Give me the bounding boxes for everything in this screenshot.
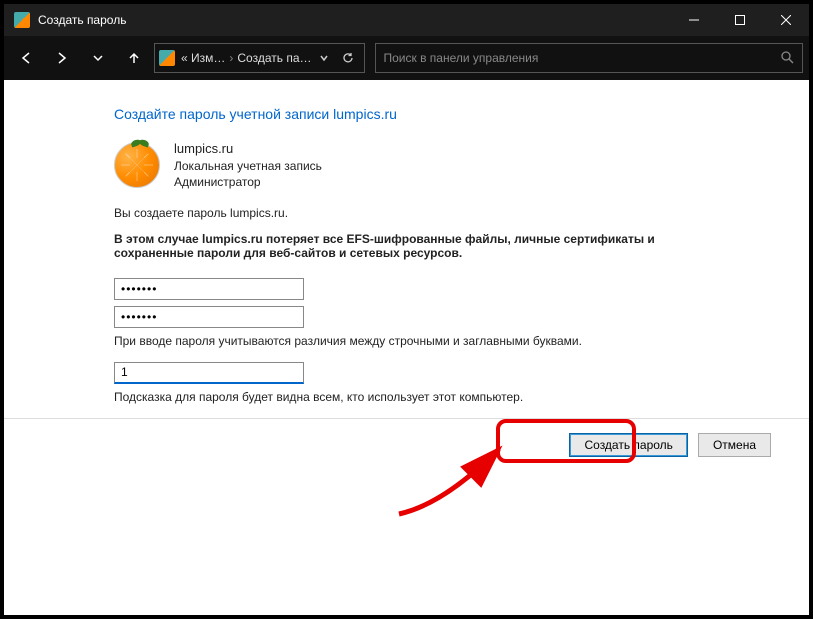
titlebar: Создать пароль: [4, 4, 809, 36]
case-sensitivity-note: При вводе пароля учитываются различия ме…: [114, 334, 791, 348]
user-avatar: [114, 142, 160, 188]
user-role: Администратор: [174, 174, 322, 190]
window-title: Создать пароль: [38, 13, 671, 27]
navbar: « Изм… › Создать па… Поиск в панели упра…: [4, 36, 809, 80]
breadcrumb-seg-1[interactable]: « Изм…: [181, 51, 225, 65]
app-icon: [14, 12, 30, 28]
search-box[interactable]: Поиск в панели управления: [375, 43, 804, 73]
chevron-right-icon: ›: [229, 51, 233, 65]
password-hint-input[interactable]: [114, 362, 304, 384]
page-heading: Создайте пароль учетной записи lumpics.r…: [114, 106, 791, 122]
password-confirm-input[interactable]: [114, 306, 304, 328]
password-input[interactable]: [114, 278, 304, 300]
content-area: Создайте пароль учетной записи lumpics.r…: [4, 80, 809, 475]
address-bar[interactable]: « Изм… › Создать па…: [154, 43, 365, 73]
nav-recent-dropdown[interactable]: [82, 42, 114, 74]
nav-back-button[interactable]: [10, 42, 42, 74]
refresh-button[interactable]: [336, 52, 360, 64]
creating-note: Вы создаете пароль lumpics.ru.: [114, 206, 791, 220]
maximize-button[interactable]: [717, 4, 763, 36]
address-dropdown[interactable]: [312, 53, 336, 63]
efs-warning: В этом случае lumpics.ru потеряет все EF…: [114, 232, 674, 260]
close-button[interactable]: [763, 4, 809, 36]
nav-up-button[interactable]: [118, 42, 150, 74]
minimize-button[interactable]: [671, 4, 717, 36]
search-icon[interactable]: [780, 50, 794, 67]
button-row: Создать пароль Отмена: [114, 419, 791, 457]
breadcrumb-seg-2[interactable]: Создать па…: [237, 51, 311, 65]
user-name: lumpics.ru: [174, 140, 322, 158]
user-info: lumpics.ru Локальная учетная запись Адми…: [174, 140, 322, 190]
cancel-button[interactable]: Отмена: [698, 433, 771, 457]
control-panel-icon: [159, 50, 175, 66]
hint-visibility-note: Подсказка для пароля будет видна всем, к…: [114, 390, 791, 404]
user-account-type: Локальная учетная запись: [174, 158, 322, 174]
search-placeholder: Поиск в панели управления: [384, 51, 781, 65]
create-password-button[interactable]: Создать пароль: [569, 433, 687, 457]
user-summary: lumpics.ru Локальная учетная запись Адми…: [114, 140, 791, 190]
nav-forward-button[interactable]: [46, 42, 78, 74]
window-frame: Создать пароль « Изм… › Создать па…: [0, 0, 813, 619]
